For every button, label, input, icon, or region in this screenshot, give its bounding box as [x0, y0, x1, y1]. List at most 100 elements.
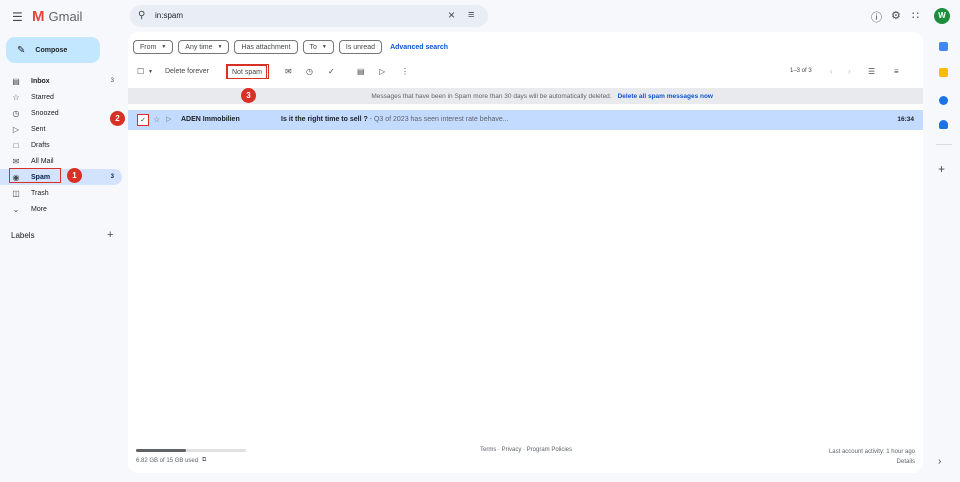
chevron-down-icon: ▼: [217, 44, 223, 50]
annotation-badge-3: 3: [241, 88, 256, 103]
spam-notice-text: Messages that have been in Spam more tha…: [371, 92, 612, 100]
sidebar-item-starred[interactable]: ☆ Starred: [0, 89, 122, 105]
last-activity-text: Last account activity: 1 hour ago: [828, 449, 915, 455]
sidebar-item-label: Drafts: [31, 141, 50, 149]
calendar-icon[interactable]: [939, 42, 948, 51]
account-activity: Last account activity: 1 hour ago Detail…: [829, 447, 915, 467]
row-checkbox[interactable]: ✓: [137, 114, 149, 126]
label-tag-icon[interactable]: ▷: [379, 67, 385, 76]
snooze-clock-icon[interactable]: ◷: [306, 67, 313, 76]
email-subject: Is it the right time to sell ?: [281, 116, 368, 123]
more-options-icon[interactable]: ⋮: [401, 67, 409, 76]
storage-usage-bar: [136, 449, 246, 452]
main-menu-icon[interactable]: ☰: [12, 10, 23, 24]
chip-label: From: [140, 43, 157, 51]
sidebar-item-label: Snoozed: [31, 109, 59, 117]
storage-text: 6.82 GB of 15 GB used: [136, 457, 199, 464]
not-spam-highlight-box: [226, 64, 269, 79]
email-time: 16:34: [897, 116, 914, 123]
search-options-icon[interactable]: ≡: [468, 9, 474, 21]
labels-heading: Labels: [11, 231, 35, 240]
email-snippet: - Q3 of 2023 has seen interest rate beha…: [367, 116, 509, 123]
chevron-down-icon: ⌄: [12, 204, 20, 214]
importance-marker-icon[interactable]: ▷: [166, 115, 171, 123]
filter-any-time-chip[interactable]: Any time ▼: [178, 40, 230, 54]
delete-forever-button[interactable]: Delete forever: [165, 68, 209, 75]
sidebar-item-label: Inbox: [31, 77, 50, 85]
compose-label: Compose: [35, 46, 68, 54]
annotation-badge-2: 2: [110, 111, 125, 126]
email-subject-line: Is it the right time to sell ? - Q3 of 2…: [281, 116, 509, 123]
help-icon[interactable]: ⓘ: [871, 9, 882, 25]
contacts-icon[interactable]: [939, 120, 948, 129]
keep-icon[interactable]: [939, 68, 948, 77]
external-link-icon[interactable]: ⧉: [202, 457, 206, 464]
gmail-logo-mark: M: [32, 8, 45, 25]
sidebar-item-drafts[interactable]: □ Drafts: [0, 137, 122, 153]
chevron-down-icon: ▼: [161, 44, 167, 50]
pencil-icon: ✎: [17, 44, 26, 56]
sidebar-item-more[interactable]: ⌄ More: [0, 201, 122, 217]
sidebar-item-sent[interactable]: ▷ Sent: [0, 121, 122, 137]
side-panel-divider: [936, 144, 952, 145]
inbox-icon: ▤: [12, 76, 20, 86]
show-side-panel-icon[interactable]: ›: [938, 456, 941, 467]
compose-button[interactable]: ✎ Compose: [6, 37, 100, 63]
search-input[interactable]: in:spam: [155, 11, 183, 20]
previous-page-icon[interactable]: ‹: [830, 67, 833, 76]
input-tools-icon[interactable]: ≡: [894, 67, 899, 76]
email-sender: ADEN Immobilien: [181, 116, 240, 123]
density-toggle-icon[interactable]: ☰: [868, 67, 875, 76]
filter-from-chip[interactable]: From ▼: [133, 40, 174, 54]
filter-to-chip[interactable]: To ▼: [302, 40, 334, 54]
move-to-folder-icon[interactable]: ▤: [357, 67, 365, 76]
details-link[interactable]: Details: [829, 457, 915, 467]
file-icon: □: [13, 140, 19, 150]
select-menu-chevron-icon[interactable]: ▼: [148, 69, 153, 75]
email-row[interactable]: ✓ ☆ ▷ ADEN Immobilien Is it the right ti…: [128, 110, 923, 130]
sidebar-item-snoozed[interactable]: ◷ Snoozed: [0, 105, 122, 121]
sidebar-item-label: Sent: [31, 125, 46, 133]
select-all-checkbox[interactable]: ☐: [137, 67, 144, 76]
get-addons-icon[interactable]: +: [938, 162, 945, 176]
chip-label: Has attachment: [241, 43, 291, 51]
spam-highlight-box: [9, 168, 61, 183]
search-icon[interactable]: ⚲: [138, 10, 145, 21]
clock-icon: ◷: [12, 108, 20, 118]
add-label-icon[interactable]: +: [107, 229, 113, 241]
filter-is-unread-chip[interactable]: Is unread: [338, 40, 383, 54]
account-avatar[interactable]: W: [934, 8, 950, 24]
sidebar-item-trash[interactable]: ◫ Trash: [0, 185, 122, 201]
chip-label: Any time: [185, 43, 213, 51]
mark-as-read-icon[interactable]: ✉: [285, 67, 292, 76]
tasks-icon[interactable]: [939, 96, 948, 105]
add-to-tasks-icon[interactable]: ✓: [328, 67, 335, 76]
chip-label: Is unread: [345, 43, 376, 51]
gmail-logo[interactable]: M Gmail: [32, 8, 82, 25]
storage-usage-fill: [136, 449, 186, 452]
star-icon[interactable]: ☆: [153, 115, 160, 124]
clear-search-icon[interactable]: ×: [448, 8, 455, 22]
sidebar-item-all-mail[interactable]: ✉ All Mail: [0, 153, 122, 169]
advanced-search-link[interactable]: Advanced search: [390, 44, 448, 51]
sidebar-item-label: More: [31, 205, 47, 213]
sidebar-item-label: Starred: [31, 93, 54, 101]
search-bar[interactable]: ⚲ in:spam × ≡: [130, 5, 488, 27]
trash-icon: ◫: [12, 188, 20, 198]
delete-all-spam-link[interactable]: Delete all spam messages now: [618, 93, 713, 100]
sidebar-item-label: All Mail: [31, 157, 54, 165]
all-mail-icon: ✉: [12, 156, 20, 166]
top-bar: ☰ M Gmail ⚲ in:spam × ≡ ⓘ ⚙ ∷ W: [0, 0, 960, 32]
gmail-logo-text: Gmail: [48, 9, 83, 24]
sidebar-item-count: 3: [110, 174, 114, 180]
footer-links[interactable]: Terms · Privacy · Program Policies: [480, 447, 572, 453]
send-icon: ▷: [12, 124, 20, 134]
filter-has-attachment-chip[interactable]: Has attachment: [234, 40, 298, 54]
storage-info: 6.82 GB of 15 GB used ⧉: [136, 457, 206, 464]
next-page-icon[interactable]: ›: [848, 67, 851, 76]
sidebar-item-inbox[interactable]: ▤ Inbox 3: [0, 73, 122, 89]
settings-gear-icon[interactable]: ⚙: [891, 9, 901, 22]
chevron-down-icon: ▼: [321, 44, 327, 50]
sidebar-item-label: Trash: [31, 189, 49, 197]
apps-grid-icon[interactable]: ∷: [912, 9, 919, 22]
